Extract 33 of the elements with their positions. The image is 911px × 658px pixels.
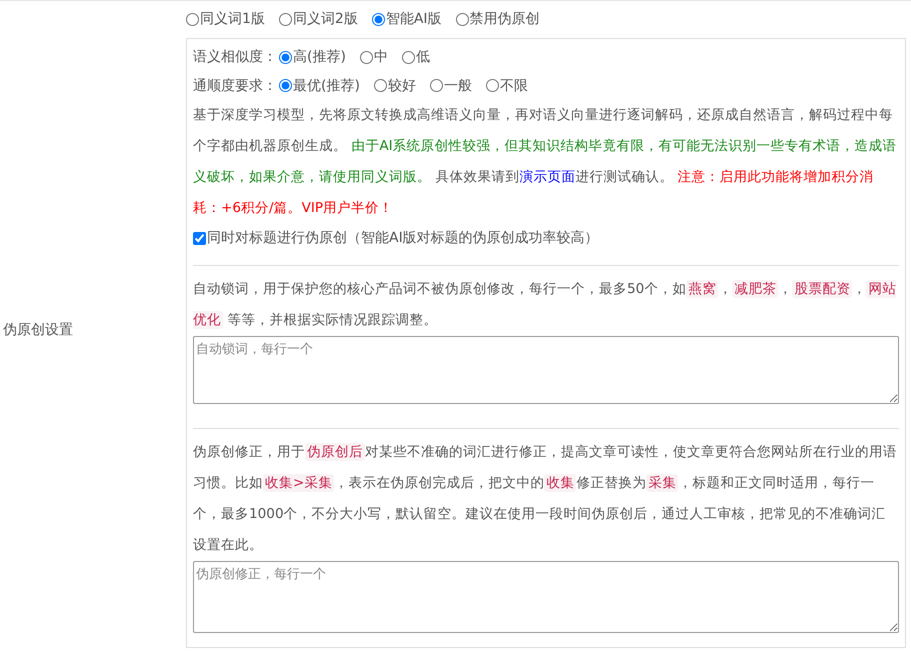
setting-label: 语义相似度： (193, 48, 277, 66)
option-label[interactable]: 同义词1版 (200, 10, 265, 28)
radio-button[interactable] (279, 79, 292, 92)
option-label[interactable]: 不限 (500, 76, 528, 95)
lock-words-description: 自动锁词，用于保护您的核心产品词不被伪原创修改，每行一个，最多50个，如 燕窝，减肥茶，股票配资，网站优化 等等，并根据实际情况跟踪调整。 (193, 278, 898, 330)
option-label[interactable]: 中 (374, 48, 388, 66)
radio-button[interactable] (402, 50, 415, 64)
setting-label: 通顺度要求： (193, 76, 277, 95)
demo-page-link[interactable]: 演示页面 (519, 169, 576, 185)
lock-words-field[interactable]: 自动锁词，每行一个 (193, 336, 899, 404)
section-label: 伪原创设置 (3, 320, 73, 338)
option-label[interactable]: 智能AI版 (386, 10, 442, 28)
radio-button[interactable] (278, 12, 292, 26)
option-label[interactable]: 低 (416, 48, 430, 66)
radio-button[interactable] (430, 79, 443, 92)
option-label[interactable]: 一般 (444, 76, 472, 95)
option-label[interactable]: 高(推荐) (293, 48, 346, 66)
corrections-description: 伪原创修正，用于 伪原创后 对某些不准确的词汇进行修正，提高文章可读性，使文章更符合您网站所在行业的用语习惯。比如 收集>采集，表示在伪原创完成后，把文中的 收集 修正替换为 采集，标题和正文同时适用，每行一个，最多1000个，不分大小写，默认留空。建议在使用一段时间伪原创后，通过人工审核，把常见的不准确词汇设置在此。 (193, 442, 898, 556)
radio-button[interactable] (279, 50, 292, 64)
option-label[interactable]: 禁用伪原创 (470, 10, 540, 28)
radio-button[interactable] (372, 12, 385, 26)
radio-button[interactable] (486, 79, 499, 92)
option-label[interactable]: 较好 (388, 76, 416, 95)
title-checkbox[interactable] (193, 232, 206, 245)
option-label[interactable]: 最优(推荐) (293, 76, 360, 95)
radio-button[interactable] (374, 79, 387, 92)
ai-description-text: 基于深度学习模型，先将原文转换成高维语义向量，再对语义向量进行逐词解码，还原成自然语言，解码过程中每个字都由机器原创生成。 由于AI系统原创性较强，但其知识结构毕竟有限，有可能无法识别一些专有术语，造成语义破坏，如果介意，请使用同义词版。 具体效果请到演示页面进行测试确认。 注意：启用此功能将增加积分消耗：+6积分/篇。VIP用户半价！ (193, 106, 898, 218)
checkbox-label[interactable]: 同时对标题进行伪原创（智能AI版对标题的伪原创成功率较高） (207, 229, 599, 248)
radio-button[interactable] (360, 50, 373, 64)
option-label[interactable]: 同义词2版 (292, 10, 358, 28)
radio-button[interactable] (456, 12, 469, 26)
radio-button[interactable] (186, 12, 199, 26)
corrections-field[interactable]: 伪原创修正，每行一个 (193, 561, 899, 633)
